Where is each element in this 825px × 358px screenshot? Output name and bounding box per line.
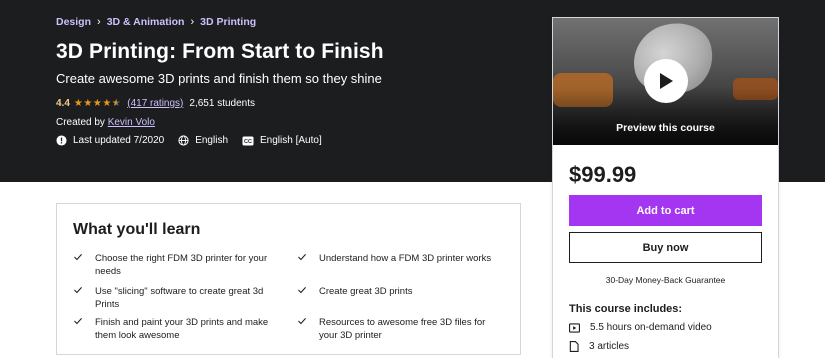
- check-icon: [298, 317, 306, 325]
- include-articles-text: 3 articles: [589, 341, 630, 352]
- author-link[interactable]: Kevin Volo: [108, 117, 155, 128]
- learn-item: Use "slicing" software to create great 3…: [73, 285, 270, 311]
- learn-item: Create great 3D prints: [297, 285, 494, 298]
- star-icon: ★: [102, 97, 112, 109]
- closed-captions-icon: CC: [242, 136, 254, 145]
- learn-item-text: Create great 3D prints: [319, 286, 413, 297]
- purchase-card: Preview this course $99.99 Add to cart B…: [552, 17, 779, 358]
- video-icon: [569, 322, 580, 333]
- star-icon: ★: [83, 97, 93, 109]
- svg-text:CC: CC: [244, 139, 252, 145]
- last-updated: Last updated 7/2020: [56, 135, 164, 146]
- preview-label: Preview this course: [616, 122, 715, 134]
- breadcrumb-separator: ›: [97, 16, 101, 28]
- include-video: 5.5 hours on-demand video: [569, 322, 712, 333]
- learn-item-text: Use "slicing" software to create great 3…: [95, 286, 264, 310]
- learn-item: Resources to awesome free 3D files for y…: [297, 316, 494, 342]
- created-by-label: Created by: [56, 117, 105, 128]
- includes-title: This course includes:: [569, 303, 683, 315]
- include-video-text: 5.5 hours on-demand video: [590, 322, 712, 333]
- star-icon: ★: [73, 97, 83, 109]
- learn-item: Understand how a FDM 3D printer works: [297, 252, 494, 265]
- globe-icon: [178, 135, 189, 146]
- captions: CC English [Auto]: [242, 135, 322, 146]
- ratings-count-link[interactable]: (417 ratings): [127, 98, 183, 109]
- star-rating: ★ ★ ★ ★ ★: [73, 97, 121, 109]
- star-icon: ★: [92, 97, 102, 109]
- check-icon: [298, 253, 306, 261]
- last-updated-text: Last updated 7/2020: [73, 135, 165, 146]
- check-icon: [74, 253, 82, 261]
- breadcrumb: Design › 3D & Animation › 3D Printing: [56, 16, 256, 28]
- add-to-cart-button[interactable]: Add to cart: [569, 195, 762, 226]
- rating-row: 4.4 ★ ★ ★ ★ ★ (417 ratings) 2,651 studen…: [56, 98, 255, 109]
- buy-now-button[interactable]: Buy now: [569, 232, 762, 263]
- learn-title: What you'll learn: [73, 221, 201, 238]
- check-icon: [298, 286, 306, 294]
- language-text: English: [195, 135, 229, 146]
- alert-badge-icon: [56, 135, 67, 146]
- breadcrumb-design[interactable]: Design: [56, 16, 91, 28]
- what-youll-learn: What you'll learn Choose the right FDM 3…: [56, 203, 521, 355]
- language: English: [178, 135, 228, 146]
- course-price: $99.99: [569, 162, 637, 187]
- learn-item-text: Finish and paint your 3D prints and make…: [95, 317, 269, 341]
- breadcrumb-3d-printing[interactable]: 3D Printing: [200, 16, 256, 28]
- learn-item: Finish and paint your 3D prints and make…: [73, 316, 270, 342]
- rating-value: 4.4: [56, 98, 70, 109]
- breadcrumb-3d-animation[interactable]: 3D & Animation: [107, 16, 185, 28]
- learn-item-text: Understand how a FDM 3D printer works: [319, 253, 492, 264]
- money-back-guarantee: 30-Day Money-Back Guarantee: [605, 275, 726, 285]
- half-star-icon: ★: [111, 97, 121, 109]
- check-icon: [74, 286, 82, 294]
- learn-item-text: Resources to awesome free 3D files for y…: [319, 317, 486, 341]
- learn-item: Choose the right FDM 3D printer for your…: [73, 252, 270, 278]
- course-title: 3D Printing: From Start to Finish: [56, 40, 384, 63]
- include-articles: 3 articles: [569, 341, 629, 352]
- created-by: Created by Kevin Volo: [56, 117, 155, 128]
- play-icon: [660, 73, 673, 89]
- captions-text: English [Auto]: [260, 135, 322, 146]
- course-preview[interactable]: Preview this course: [553, 18, 778, 145]
- check-icon: [74, 317, 82, 325]
- breadcrumb-separator: ›: [190, 16, 195, 28]
- learn-item-text: Choose the right FDM 3D printer for your…: [95, 253, 268, 277]
- course-meta: Last updated 7/2020 English CC English […: [56, 135, 336, 146]
- article-icon: [569, 341, 579, 352]
- students-count: 2,651 students: [189, 98, 255, 109]
- course-subtitle: Create awesome 3D prints and finish them…: [56, 71, 382, 86]
- play-button[interactable]: [644, 59, 688, 103]
